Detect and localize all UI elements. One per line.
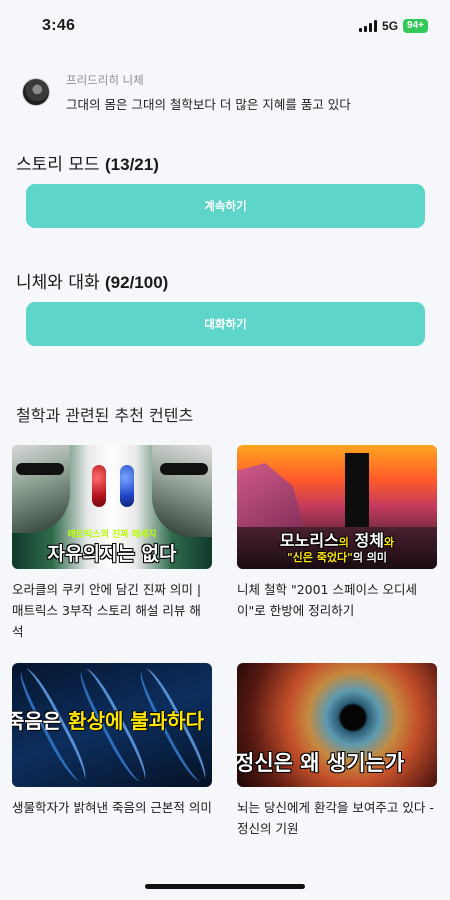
- chat-label: 니체와 대화: [16, 273, 100, 293]
- network-type: 5G: [382, 19, 399, 33]
- quote-author: 프리드리히 니체: [66, 73, 144, 87]
- card-title[interactable]: 니체 철학 "2001 스페이스 오디세이"로 한방에 정리하기: [237, 579, 437, 621]
- red-pill-icon: [92, 465, 106, 507]
- thumbnail-headline: 자유의지는 없다: [47, 543, 177, 565]
- card-title[interactable]: 생물학자가 밝혀낸 죽음의 근본적 의미: [12, 797, 212, 818]
- chat-progress: (92/100): [105, 273, 169, 292]
- thumbnail-headline: 정신은 왜 생기는가: [237, 751, 405, 775]
- card-title[interactable]: 오라클의 쿠키 안에 담긴 진짜 의미 | 매트릭스 3부작 스토리 해설 리뷰…: [12, 579, 212, 642]
- chat-button[interactable]: 대화하기: [26, 302, 425, 346]
- thumbnail-headline: 모노리스의 정체와: [279, 531, 395, 550]
- chat-title: 니체와 대화 (92/100): [16, 268, 168, 293]
- video-thumbnail[interactable]: 죽음은 환상에 불과하다: [12, 663, 212, 787]
- video-thumbnail[interactable]: 정신은 왜 생기는가: [237, 663, 437, 787]
- thumbnail-caption: "신은 죽었다"의 의미: [286, 551, 388, 564]
- status-indicators: 5G 94+: [359, 19, 428, 33]
- thumbnail-headline: 죽음은 환상에 불과하다: [12, 709, 204, 733]
- story-mode-title: 스토리 모드 (13/21): [16, 150, 159, 175]
- video-thumbnail[interactable]: 모노리스의 정체와 "신은 죽었다"의 의미: [237, 445, 437, 569]
- author-avatar: [22, 78, 50, 106]
- blue-pill-icon: [120, 465, 134, 507]
- quote-text: 그대의 몸은 그대의 철학보다 더 많은 지혜를 품고 있다: [66, 97, 351, 112]
- card-title[interactable]: 뇌는 당신에게 환각을 보여주고 있다 - 정신의 기원: [237, 797, 437, 839]
- continue-button[interactable]: 계속하기: [26, 184, 425, 228]
- status-bar: 3:46 5G 94+: [0, 0, 450, 52]
- daily-quote: 프리드리히 니체 그대의 몸은 그대의 철학보다 더 많은 지혜를 품고 있다: [22, 72, 430, 113]
- status-time: 3:46: [42, 17, 76, 34]
- story-mode-label: 스토리 모드: [16, 155, 100, 175]
- story-mode-progress: (13/21): [105, 155, 159, 174]
- video-thumbnail[interactable]: 매트릭스의 진짜 메세지 자유의지는 없다: [12, 445, 212, 569]
- recommendations-title: 철학과 관련된 추천 컨텐츠: [16, 406, 194, 425]
- home-indicator[interactable]: [145, 884, 305, 889]
- content-card-death[interactable]: 죽음은 환상에 불과하다 생물학자가 밝혀낸 죽음의 근본적 의미: [12, 663, 212, 818]
- battery-icon: 94+: [403, 19, 428, 33]
- content-card-monolith[interactable]: 모노리스의 정체와 "신은 죽었다"의 의미 니체 철학 "2001 스페이스 …: [237, 445, 437, 621]
- content-card-matrix[interactable]: 매트릭스의 진짜 메세지 자유의지는 없다 오라클의 쿠키 안에 담긴 진짜 의…: [12, 445, 212, 642]
- signal-icon: [359, 20, 378, 32]
- content-card-mind[interactable]: 정신은 왜 생기는가 뇌는 당신에게 환각을 보여주고 있다 - 정신의 기원: [237, 663, 437, 839]
